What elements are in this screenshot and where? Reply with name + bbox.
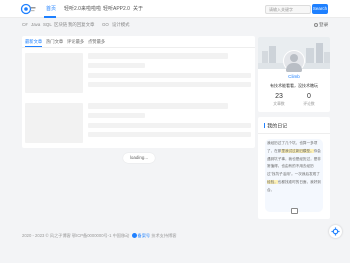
subnav-item-blockchain[interactable]: 区块链	[54, 22, 67, 28]
article-meta-placeholder	[88, 113, 145, 118]
article-thumbnail-placeholder	[25, 53, 83, 93]
avatar-head	[290, 54, 298, 62]
top-header: 首页 轻听2.0来啦啦啦 轻听APP2.0 关于 请输入关键字 Search	[0, 0, 350, 18]
article-meta-placeholder	[88, 63, 145, 68]
profile-bio: 有技术能看看，没技术瞎玩	[270, 83, 318, 88]
police-badge-icon	[131, 233, 137, 239]
footer: 2020 - 2023 © 风之子博客 鄂ICP备0000000号-1 中国移动…	[22, 233, 176, 239]
profile-card: Climb 有技术能看看，没技术瞎玩 23 0 文章数 评论数	[258, 37, 330, 112]
footer-copyright: 2020 - 2023 © 风之子博客 鄂ICP备0000000号-1 中国移动	[22, 233, 130, 238]
tab-hot[interactable]: 热门文章	[46, 39, 63, 45]
diary-highlight: 里我试过新旧模型。	[281, 148, 314, 153]
stat-articles-count: 23	[275, 93, 283, 100]
article-summary-placeholder	[88, 123, 251, 128]
search-input[interactable]: 请输入关键字	[265, 5, 311, 14]
calendar-icon[interactable]	[291, 208, 298, 214]
gear-icon	[331, 227, 340, 236]
subnav-item-csharp[interactable]: C#	[22, 22, 28, 28]
diary-title: 我的日记	[264, 123, 287, 130]
article-summary-placeholder	[88, 82, 251, 87]
article-title-placeholder	[88, 103, 228, 109]
stat-comments-label: 评论数	[303, 102, 315, 106]
nav-about[interactable]: 关于	[133, 0, 143, 18]
user-icon	[314, 22, 318, 27]
settings-float-button[interactable]	[329, 225, 342, 238]
avatar-body	[286, 63, 302, 72]
article-summary-placeholder	[88, 132, 251, 137]
login-link[interactable]: 登录	[314, 22, 328, 28]
diary-card: 我的日记 我经历过了几个坑，也算一多项了，在那里我试过新旧模型。你会遇到坑子事，…	[258, 117, 330, 219]
login-label: 登录	[319, 22, 329, 27]
diary-title-bar	[264, 123, 266, 128]
subnav-item-java[interactable]: Java	[31, 22, 40, 28]
diary-title-text: 我的日记	[267, 123, 288, 130]
nav-qingting-app[interactable]: 轻听APP2.0	[103, 0, 130, 18]
tab-divider	[22, 47, 255, 48]
avatar[interactable]	[283, 50, 305, 72]
diary-highlight: 经验，	[267, 179, 278, 184]
profile-name[interactable]: Climb	[258, 74, 330, 80]
subnav-item-go[interactable]: GO	[102, 22, 109, 28]
subnav-item-sql[interactable]: SQL	[43, 22, 52, 28]
tab-most-likes[interactable]: 点赞最多	[88, 39, 105, 45]
tab-latest[interactable]: 最新文章	[25, 39, 42, 45]
search-button[interactable]: Search	[312, 4, 328, 14]
site-logo-icon[interactable]	[20, 3, 36, 15]
footer-record-link[interactable]: 备案号	[138, 233, 151, 238]
article-title-placeholder	[88, 53, 228, 59]
subnav-item-design-patterns[interactable]: 设计模式	[112, 22, 130, 28]
diary-text: 我经历过了几个坑，也算一多项了，在那里我试过新旧模型。你会遇到坑子事，我也是经历…	[267, 140, 322, 195]
article-summary-placeholder	[88, 73, 251, 78]
diary-divider	[258, 133, 330, 134]
article-list-card: 最新文章 热门文章 评论最多 点赞最多	[22, 36, 255, 148]
footer-extra: 技术支持博客	[151, 233, 177, 238]
subnav-item-my-articles[interactable]: 我的回复文章	[68, 22, 94, 28]
nav-active-indicator	[44, 16, 56, 18]
load-more-button[interactable]: loading...	[123, 153, 155, 163]
article-thumbnail-placeholder	[25, 103, 83, 143]
stat-articles-label: 文章数	[273, 102, 285, 106]
stat-comments-count: 0	[307, 93, 311, 100]
tab-most-comments[interactable]: 评论最多	[67, 39, 84, 45]
nav-qingting-2[interactable]: 轻听2.0来啦啦啦	[64, 0, 101, 18]
